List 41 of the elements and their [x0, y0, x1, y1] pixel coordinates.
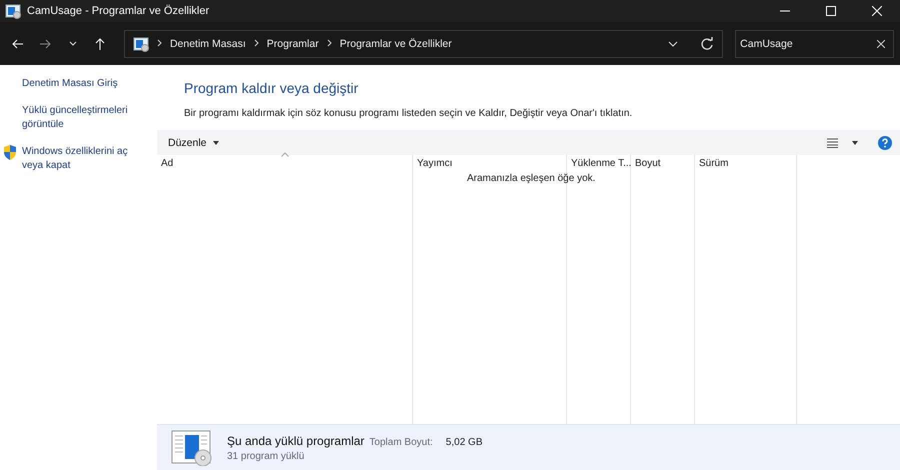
help-icon[interactable]	[878, 136, 892, 150]
instructions-text: Bir programı kaldırmak için söz konusu programı listeden seçin ve Kaldır, Değiştir veya Onar'ı tıklatın.	[184, 108, 634, 119]
chevron-icon	[326, 38, 332, 48]
organize-menu[interactable]: Düzenle	[168, 136, 207, 148]
caret-icon	[212, 140, 219, 144]
forward-icon[interactable]	[39, 38, 52, 50]
sidebar-link[interactable]: Windows özelliklerini aç veya kapat	[22, 145, 149, 173]
breadcrumb[interactable]: Programlar ve Özellikler	[340, 38, 452, 50]
chevron-icon	[254, 38, 259, 48]
control-panel-icon	[132, 36, 149, 52]
refresh-icon[interactable]	[700, 36, 714, 50]
maximize-icon[interactable]	[826, 6, 836, 16]
shield-icon	[3, 145, 17, 160]
sidebar-link[interactable]: Denetim Masası Giriş	[22, 77, 118, 91]
view-icon[interactable]	[827, 138, 838, 148]
close-icon[interactable]	[872, 6, 882, 16]
up-icon[interactable]	[94, 38, 106, 50]
status-title: Şu anda yüklü programlar	[227, 434, 364, 448]
column-header[interactable]: Boyut	[635, 158, 661, 169]
sidebar-link[interactable]: Yüklü güncelleştirmeleri görüntüle	[22, 104, 149, 132]
breadcrumb[interactable]: Programlar	[266, 38, 319, 50]
page-heading: Program kaldır veya değiştir	[184, 80, 360, 96]
size-label: Toplam Boyut:	[369, 436, 433, 448]
window-title: CamUsage - Programlar ve Özellikler	[27, 5, 210, 17]
back-icon[interactable]	[12, 38, 24, 50]
search-field[interactable]: CamUsage	[735, 30, 894, 58]
dropdown-icon[interactable]	[668, 40, 678, 46]
caret-icon[interactable]	[852, 140, 858, 144]
size-value: 5,02 GB	[446, 436, 482, 448]
program-count: 31 program yüklü	[227, 450, 306, 462]
column-header[interactable]: Yayımcı	[417, 158, 452, 169]
empty-message: Aramanızla eşleşen öğe yok.	[467, 173, 596, 184]
chevron-down-icon[interactable]	[68, 40, 77, 46]
column-header[interactable]: Ad	[161, 158, 174, 169]
breadcrumb[interactable]: Denetim Masası	[170, 38, 246, 50]
column-header[interactable]: Sürüm	[699, 158, 728, 169]
app-icon	[5, 3, 21, 19]
address-bar[interactable]: Denetim Masası Programlar Programlar ve Özellikler	[124, 30, 724, 58]
chevron-icon	[156, 38, 162, 48]
column-header[interactable]: Yüklenme T...	[571, 158, 632, 169]
clear-icon[interactable]	[877, 40, 885, 48]
